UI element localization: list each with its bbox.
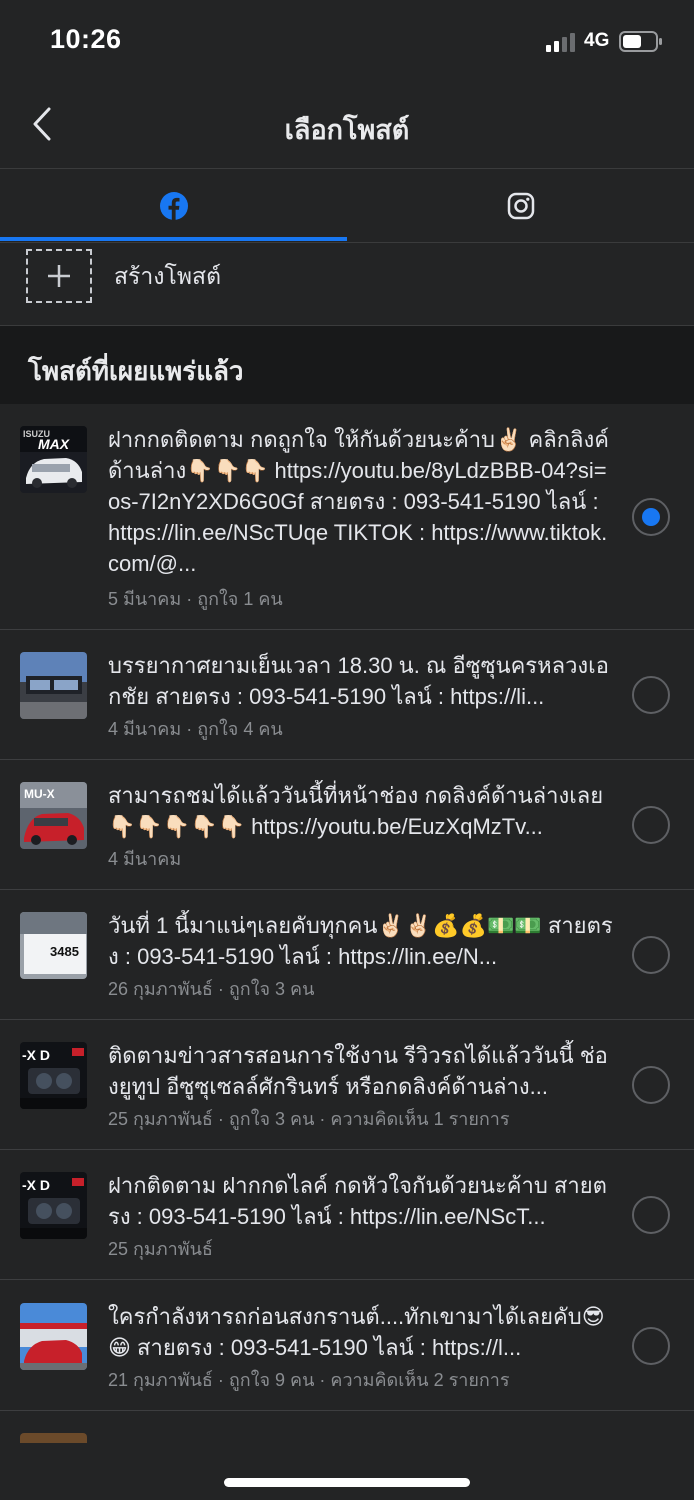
post-meta: 26 กุมภาพันธ์ · ถูกใจ 3 คน [108, 979, 315, 999]
post-text: ใครกำลังหารถก่อนสงกรานต์....ทักเขามาได้เ… [108, 1304, 605, 1360]
status-bar: 10:26 4G [0, 0, 694, 84]
post-thumbnail: -X D [20, 1172, 87, 1239]
post-thumbnail: 3485 [20, 912, 87, 979]
post-select-radio[interactable] [632, 1196, 670, 1234]
post-select-radio[interactable] [632, 498, 670, 536]
post-item[interactable]: บรรยากาศยามเย็นเวลา 18.30 น. ณ อีซูซุนคร… [0, 630, 694, 760]
svg-text:-X D: -X D [22, 1047, 50, 1063]
post-text: ฝากติดตาม ฝากกดไลค์ กดหัวใจกันด้วยนะค้าบ… [108, 1173, 607, 1229]
battery-icon [619, 31, 662, 52]
post-item[interactable]: ISUZU MAX ฝากกดติดตาม กดถูกใจ ให้กันด้วย… [0, 404, 694, 630]
network-type: 4G [584, 30, 610, 51]
post-select-radio[interactable] [632, 936, 670, 974]
post-text: ฝากกดติดตาม กดถูกใจ ให้กันด้วยนะค้าบ✌🏻 ค… [108, 427, 609, 576]
post-meta: 25 กุมภาพันธ์ [108, 1239, 213, 1259]
post-item-partial [0, 1413, 694, 1443]
post-item[interactable]: -X D ติดตามข่าวสารสอนการใช้งาน รีวิวรถได… [0, 1020, 694, 1150]
post-item[interactable]: ใครกำลังหารถก่อนสงกรานต์....ทักเขามาได้เ… [0, 1281, 694, 1411]
facebook-icon [159, 191, 188, 220]
tab-facebook[interactable] [0, 169, 347, 242]
instagram-icon [507, 192, 534, 219]
post-item[interactable]: -X D ฝากติดตาม ฝากกดไลค์ กดหัวใจกันด้วยน… [0, 1150, 694, 1280]
post-thumbnail: -X D [20, 1042, 87, 1109]
post-item[interactable]: MU-X สามารถชมได้แล้ววันนี้ที่หน้าช่อง กด… [0, 760, 694, 890]
post-thumbnail [20, 1433, 87, 1443]
svg-text:MU-X: MU-X [24, 787, 55, 801]
signal-icon [546, 33, 575, 52]
svg-text:3485: 3485 [50, 944, 79, 959]
platform-tabs [0, 169, 694, 243]
post-text: วันที่ 1 นี้มาแน่ๆเลยคับทุกคน✌🏻✌🏻💰💰💵💵 สา… [108, 913, 613, 969]
post-meta: 25 กุมภาพันธ์ · ถูกใจ 3 คน · ความคิดเห็น… [108, 1109, 510, 1129]
post-meta: 21 กุมภาพันธ์ · ถูกใจ 9 คน · ความคิดเห็น… [108, 1370, 510, 1390]
section-title: โพสต์ที่เผยแพร่แล้ว [28, 356, 244, 386]
post-select-radio[interactable] [632, 1327, 670, 1365]
status-time: 10:26 [50, 24, 122, 54]
create-post-label: สร้างโพสต์ [114, 263, 222, 289]
post-select-radio[interactable] [632, 1066, 670, 1104]
post-text: บรรยากาศยามเย็นเวลา 18.30 น. ณ อีซูซุนคร… [108, 653, 609, 709]
post-thumbnail [20, 652, 87, 719]
post-select-radio[interactable] [632, 806, 670, 844]
post-thumbnail: ISUZU MAX [20, 426, 87, 493]
home-indicator [224, 1478, 470, 1487]
svg-text:MAX: MAX [38, 436, 71, 452]
post-meta: 5 มีนาคม · ถูกใจ 1 คน [108, 589, 283, 609]
create-post-row[interactable]: สร้างโพสต์ [0, 243, 694, 326]
post-meta: 4 มีนาคม · ถูกใจ 4 คน [108, 719, 283, 739]
page-title: เลือกโพสต์ [284, 115, 410, 145]
plus-icon [48, 265, 70, 287]
post-thumbnail: MU-X [20, 782, 87, 849]
post-text: ติดตามข่าวสารสอนการใช้งาน รีวิวรถได้แล้ว… [108, 1043, 608, 1099]
post-item[interactable]: 3485 วันที่ 1 นี้มาแน่ๆเลยคับทุกคน✌🏻✌🏻💰💰… [0, 890, 694, 1020]
nav-bar: เลือกโพสต์ [0, 84, 694, 169]
post-meta: 4 มีนาคม [108, 849, 182, 869]
tab-instagram[interactable] [347, 169, 694, 242]
svg-text:-X D: -X D [22, 1177, 50, 1193]
post-thumbnail [20, 1303, 87, 1370]
create-post-button[interactable] [26, 249, 92, 303]
published-section-header: โพสต์ที่เผยแพร่แล้ว [0, 326, 694, 404]
active-tab-indicator [0, 237, 347, 241]
post-select-radio[interactable] [632, 676, 670, 714]
post-text: สามารถชมได้แล้ววันนี้ที่หน้าช่อง กดลิงค์… [108, 783, 604, 839]
